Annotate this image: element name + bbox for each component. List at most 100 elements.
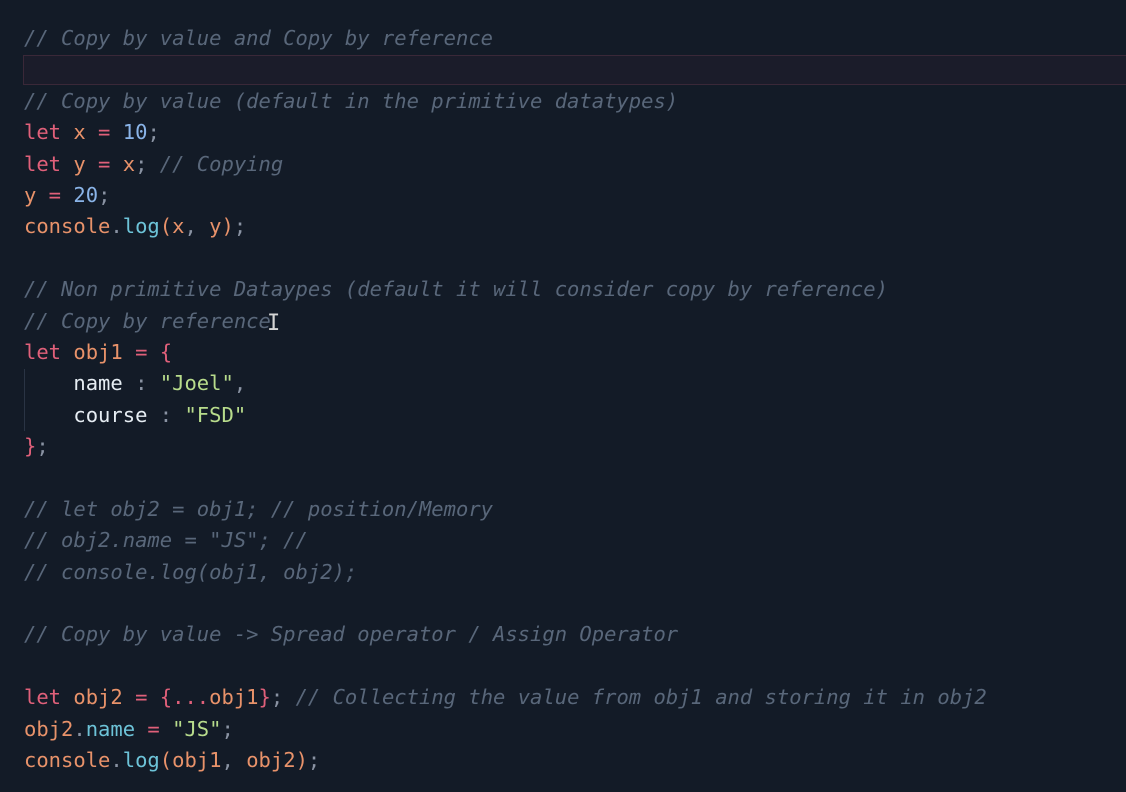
code-comment: // Collecting the value from obj1 and st… (295, 685, 987, 710)
code-token: ( (159, 214, 173, 239)
code-comment: // Copy by value -> Spread operator / As… (24, 622, 679, 647)
code-token: = (85, 151, 123, 176)
code-token: } (24, 434, 37, 459)
code-token: log (122, 747, 160, 772)
code-token: ; (233, 214, 247, 239)
code-token: : (147, 402, 185, 427)
code-token: "FSD" (184, 402, 247, 427)
code-comment: // Non primitive Dataypes (default it wi… (24, 277, 888, 302)
code-token: = (36, 182, 74, 207)
code-token: log (122, 214, 160, 239)
code-comment: // Copy by value and Copy by reference (24, 26, 493, 50)
code-line[interactable] (24, 462, 987, 493)
code-token: , (184, 214, 210, 239)
code-token: , (233, 371, 247, 396)
code-token: obj1 (209, 685, 259, 710)
code-token: = (135, 716, 173, 741)
code-token: ... (172, 685, 210, 710)
code-token: console (24, 747, 111, 772)
code-token: course (73, 402, 148, 427)
code-line[interactable] (24, 243, 987, 274)
code-token: = (122, 685, 160, 710)
code-token: 10 (122, 120, 148, 145)
code-token: ; (147, 120, 160, 145)
code-line[interactable]: let y = x; // Copying (24, 149, 987, 180)
code-comment: // Copy by value (default in the primiti… (24, 88, 679, 113)
code-token: x (73, 120, 86, 145)
code-token: , (221, 747, 247, 772)
code-token: obj2 (246, 747, 296, 772)
code-token: ; (270, 685, 296, 710)
code-token: ; (307, 747, 321, 772)
code-token: let (24, 685, 62, 710)
code-comment: // console.log(obj1, obj2); (24, 559, 358, 584)
code-editor[interactable]: // Copy by value and Copy by reference //… (0, 0, 1126, 792)
code-token: { (159, 339, 173, 364)
code-token: ( (159, 747, 173, 772)
code-line[interactable]: // console.log(obj1, obj2); (24, 557, 987, 588)
code-token: ; (135, 151, 160, 176)
code-token: = (122, 339, 160, 364)
code-line[interactable]: console.log(obj1, obj2); (24, 745, 987, 776)
code-token: "Joel" (159, 371, 234, 396)
code-line[interactable]: // Copy by reference (24, 306, 987, 337)
code-token: . (73, 716, 86, 741)
text-cursor-icon: I (267, 311, 281, 336)
code-token: obj2 (24, 716, 74, 741)
code-line[interactable]: // obj2.name = "JS"; // (24, 525, 987, 556)
code-line[interactable]: obj2.name = "JS"; (24, 714, 987, 745)
code-line[interactable]: let obj2 = {...obj1}; // Collecting the … (24, 682, 987, 713)
code-line[interactable]: console.log(x, y); (24, 211, 987, 242)
code-token: ; (98, 182, 111, 207)
code-token: ; (36, 434, 49, 459)
code-token: let (24, 339, 62, 364)
code-token: } (258, 685, 271, 710)
code-line[interactable]: y = 20; (24, 180, 987, 211)
code-line[interactable]: // Copy by value (default in the primiti… (24, 86, 987, 117)
code-token: name (73, 371, 123, 396)
code-line[interactable] (24, 588, 987, 619)
code-token: { (159, 685, 173, 710)
code-token: obj1 (172, 747, 222, 772)
code-line[interactable]: // let obj2 = obj1; // position/Memory (24, 494, 987, 525)
code-line[interactable]: let x = 10; (24, 117, 987, 148)
code-token: name (85, 716, 136, 741)
code-token: let (24, 151, 62, 176)
code-token: obj1 (73, 339, 123, 364)
code-line[interactable]: // Copy by value -> Spread operator / As… (24, 619, 987, 650)
code-token: ) (295, 747, 308, 772)
code-line[interactable]: let obj1 = { (24, 337, 987, 368)
code-line[interactable]: course : "FSD" (24, 400, 987, 431)
code-line[interactable]: name : "Joel", (24, 368, 987, 399)
code-token: let (24, 120, 62, 145)
code-token: y (73, 151, 86, 176)
code-content[interactable]: // Copy by value and Copy by reference //… (24, 23, 987, 776)
code-token: = (85, 120, 123, 145)
code-token: x (172, 214, 185, 239)
code-token: ; (221, 716, 234, 741)
code-token: ) (221, 214, 234, 239)
code-comment: // Copying (159, 151, 284, 176)
code-token: 20 (73, 182, 99, 207)
code-line[interactable] (24, 54, 987, 85)
code-token: y (209, 214, 222, 239)
code-line[interactable]: }; (24, 431, 987, 462)
code-token: "JS" (172, 716, 222, 741)
code-comment: // let obj2 = obj1; // position/Memory (24, 496, 493, 521)
code-token: . (110, 214, 123, 239)
code-line[interactable]: // Copy by value and Copy by reference (24, 23, 987, 54)
code-token: y (24, 182, 37, 207)
code-token: x (122, 151, 136, 176)
code-token: obj2 (73, 685, 123, 710)
code-token: : (122, 371, 160, 396)
code-line[interactable] (24, 651, 987, 682)
code-line[interactable]: // Non primitive Dataypes (default it wi… (24, 274, 987, 305)
code-comment: // Copy by reference (24, 308, 271, 333)
code-comment: // obj2.name = "JS"; // (24, 528, 308, 553)
